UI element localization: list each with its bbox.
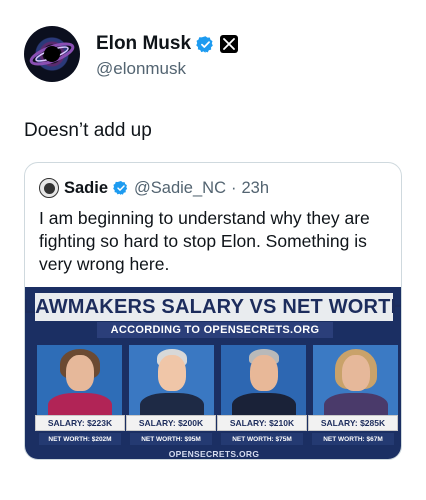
salary-label: SALARY: $210K [217, 415, 307, 431]
portrait-body [47, 393, 112, 415]
quoted-author-name: Sadie [64, 178, 109, 197]
galaxy-avatar-icon[interactable] [24, 26, 80, 82]
portrait-face [341, 355, 370, 391]
quoted-author-handle: @Sadie_NC [134, 178, 226, 197]
lawmaker-portrait [37, 345, 122, 415]
net-worth-text: NET WORTH: $75M [232, 435, 292, 443]
net-worth-label: NET WORTH: $95M [130, 433, 212, 445]
salary-text: SALARY: $285K [320, 418, 386, 428]
salary-text: SALARY: $210K [229, 418, 295, 428]
salary-text: SALARY: $223K [47, 418, 113, 428]
author-name-row: Elon Musk [96, 32, 239, 56]
author-display-name[interactable]: Elon Musk [96, 33, 191, 55]
portrait-body [323, 393, 388, 415]
lawmaker-portrait [313, 345, 398, 415]
tweet-text: Doesn’t add up [24, 120, 152, 141]
lawmaker-portrait [221, 345, 306, 415]
salary-text: SALARY: $200K [138, 418, 204, 428]
portrait-face [249, 355, 278, 391]
portrait-body [139, 393, 204, 415]
salary-label: SALARY: $285K [308, 415, 398, 431]
net-worth-label: NET WORTH: $67M [312, 433, 394, 445]
image-footer-text: OPENSECRETS.ORG [168, 449, 260, 459]
tweet-header: Elon Musk @elonmusk [24, 26, 404, 82]
salary-label: SALARY: $223K [35, 415, 125, 431]
lawmaker-portrait [129, 345, 214, 415]
net-worth-text: NET WORTH: $67M [323, 435, 383, 443]
net-worth-text: NET WORTH: $95M [141, 435, 201, 443]
image-title: LAWMAKERS SALARY VS NET WORTH [25, 295, 402, 318]
quoted-tweet-header: Sadie @Sadie_NC · 23h [39, 177, 269, 199]
image-title-bar: LAWMAKERS SALARY VS NET WORTH [25, 293, 401, 321]
portrait-body [231, 393, 296, 415]
net-worth-text: NET WORTH: $202M [48, 435, 112, 443]
image-subtitle-bar: ACCORDING TO OPENSECRETS.ORG [97, 322, 333, 338]
x-logo-icon [220, 35, 239, 53]
quoted-tweet-image[interactable]: LAWMAKERS SALARY VS NET WORTH ACCORDING … [25, 287, 401, 459]
net-worth-label: NET WORTH: $202M [39, 433, 121, 445]
quoted-tweet-time: 23h [241, 178, 270, 197]
image-footer: OPENSECRETS.ORG [25, 448, 401, 459]
verified-badge-icon [113, 181, 128, 195]
quoted-tweet-card[interactable]: Sadie @Sadie_NC · 23h I am beginning to … [24, 162, 402, 460]
meta-separator: · [231, 178, 237, 197]
portrait-face [157, 355, 186, 391]
author-handle[interactable]: @elonmusk [96, 59, 186, 79]
quoted-tweet-text: I am beginning to understand why they ar… [39, 208, 370, 274]
salary-label: SALARY: $200K [126, 415, 216, 431]
verified-badge-icon [196, 35, 213, 53]
image-subtitle: ACCORDING TO OPENSECRETS.ORG [110, 324, 320, 336]
quoted-author-avatar [39, 178, 59, 198]
net-worth-label: NET WORTH: $75M [221, 433, 303, 445]
portrait-face [65, 355, 94, 391]
